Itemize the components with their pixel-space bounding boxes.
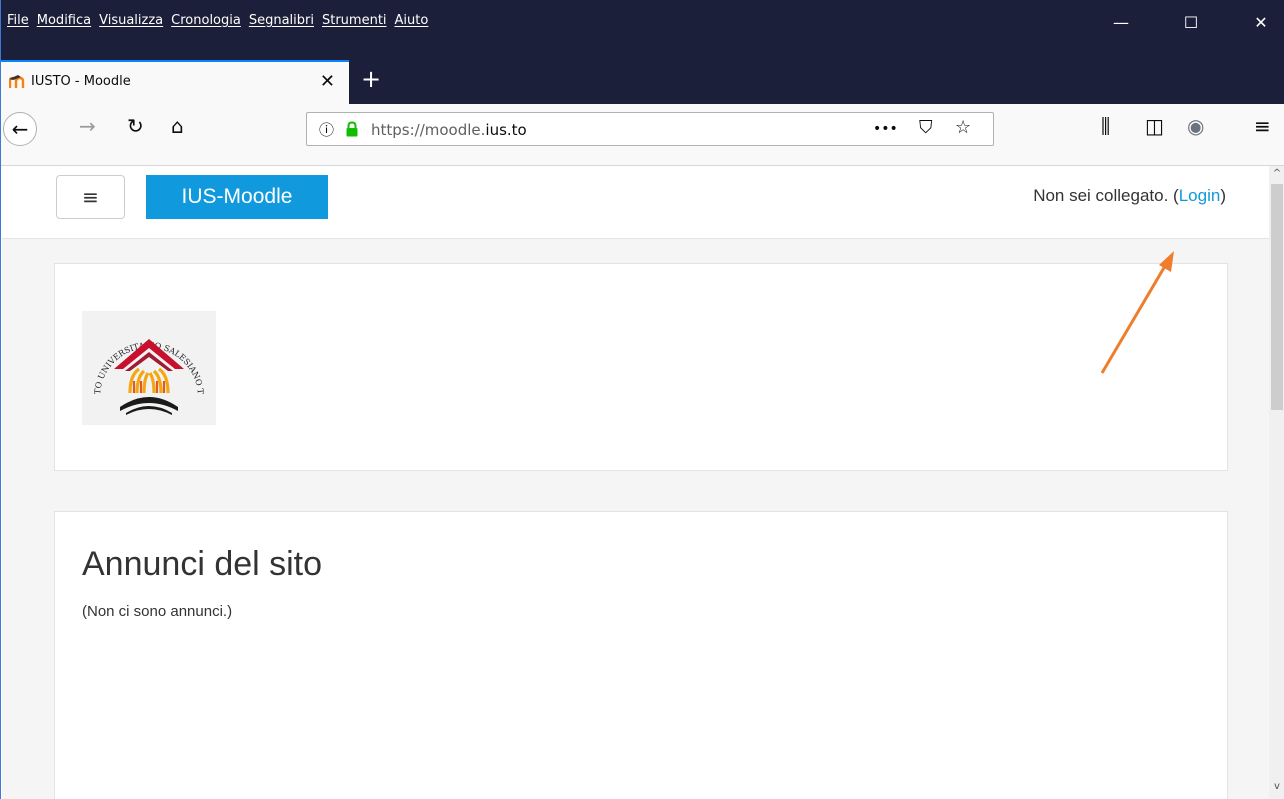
url-domain: ius.to	[485, 121, 527, 139]
menu-strumenti[interactable]: Strumenti	[322, 13, 387, 28]
tab-title: IUSTO - Moodle	[31, 74, 131, 89]
moodle-icon	[9, 75, 25, 88]
pocket-icon[interactable]: ⛉	[919, 117, 933, 138]
page-scrollbar[interactable]: ^ v	[1269, 166, 1284, 799]
tab-close-button[interactable]: ✕	[320, 71, 335, 92]
nav-drawer-button[interactable]: ≡	[56, 175, 125, 219]
scroll-up-arrow[interactable]: ^	[1271, 168, 1283, 179]
iusto-logo: ISTITUTO UNIVERSITARIO SALESIANO TORINO	[82, 311, 216, 425]
maximize-button[interactable]: ☐	[1169, 8, 1213, 36]
scroll-down-arrow[interactable]: v	[1271, 781, 1283, 792]
reload-button[interactable]: ↻	[127, 114, 144, 138]
menu-bar: File Modifica Visualizza Cronologia Segn…	[7, 0, 436, 40]
menu-segnalibri[interactable]: Segnalibri	[249, 13, 314, 28]
site-header: ≡ IUS-Moodle Non sei collegato. (Login)	[2, 166, 1269, 239]
logo-card: ISTITUTO UNIVERSITARIO SALESIANO TORINO	[54, 263, 1228, 471]
login-info: Non sei collegato. (Login)	[1033, 186, 1226, 206]
menu-aiuto[interactable]: Aiuto	[395, 13, 429, 28]
url-prefix: https://moodle.	[371, 121, 486, 139]
title-bar: File Modifica Visualizza Cronologia Segn…	[1, 0, 1284, 104]
new-tab-button[interactable]: +	[361, 60, 381, 98]
lock-icon[interactable]	[345, 121, 359, 137]
login-link[interactable]: Login	[1179, 186, 1221, 205]
info-icon[interactable]: ⓘ	[319, 119, 334, 140]
back-button[interactable]: ←	[3, 112, 37, 146]
menu-cronologia[interactable]: Cronologia	[171, 13, 241, 28]
extension-icon[interactable]: ◉	[1187, 114, 1204, 138]
page-content: ≡ IUS-Moodle Non sei collegato. (Login) …	[2, 166, 1269, 799]
minimize-button[interactable]: —	[1099, 8, 1143, 36]
close-window-button[interactable]: ✕	[1239, 8, 1283, 36]
navigation-toolbar: ← → ↻ ⌂ ⓘ https://moodle.ius.to ••• ⛉ ☆ …	[1, 104, 1284, 166]
site-news-card: Annunci del sito (Non ci sono annunci.)	[54, 511, 1228, 799]
login-prefix: Non sei collegato. (	[1033, 186, 1179, 205]
site-brand-link[interactable]: IUS-Moodle	[146, 175, 328, 219]
news-title: Annunci del sito	[82, 545, 323, 583]
news-empty-message: (Non ci sono annunci.)	[82, 603, 233, 620]
forward-button[interactable]: →	[79, 114, 96, 138]
login-suffix: )	[1220, 186, 1226, 205]
bookmark-star-icon[interactable]: ☆	[955, 117, 971, 138]
page-actions-icon[interactable]: •••	[873, 121, 898, 137]
home-button[interactable]: ⌂	[171, 114, 184, 138]
sidebar-icon[interactable]: ◫	[1145, 114, 1164, 138]
menu-modifica[interactable]: Modifica	[37, 13, 91, 28]
browser-window: File Modifica Visualizza Cronologia Segn…	[0, 0, 1284, 799]
library-icon[interactable]: ⫼	[1101, 114, 1110, 138]
menu-file[interactable]: File	[7, 13, 29, 28]
tab-iusto-moodle[interactable]: IUSTO - Moodle ✕	[1, 60, 349, 104]
scroll-thumb[interactable]	[1271, 184, 1283, 410]
url-text[interactable]: https://moodle.ius.to	[371, 121, 527, 139]
hamburger-menu-icon[interactable]: ≡	[1254, 114, 1271, 138]
menu-visualizza[interactable]: Visualizza	[99, 13, 163, 28]
address-bar[interactable]: ⓘ https://moodle.ius.to ••• ⛉ ☆	[306, 112, 994, 146]
